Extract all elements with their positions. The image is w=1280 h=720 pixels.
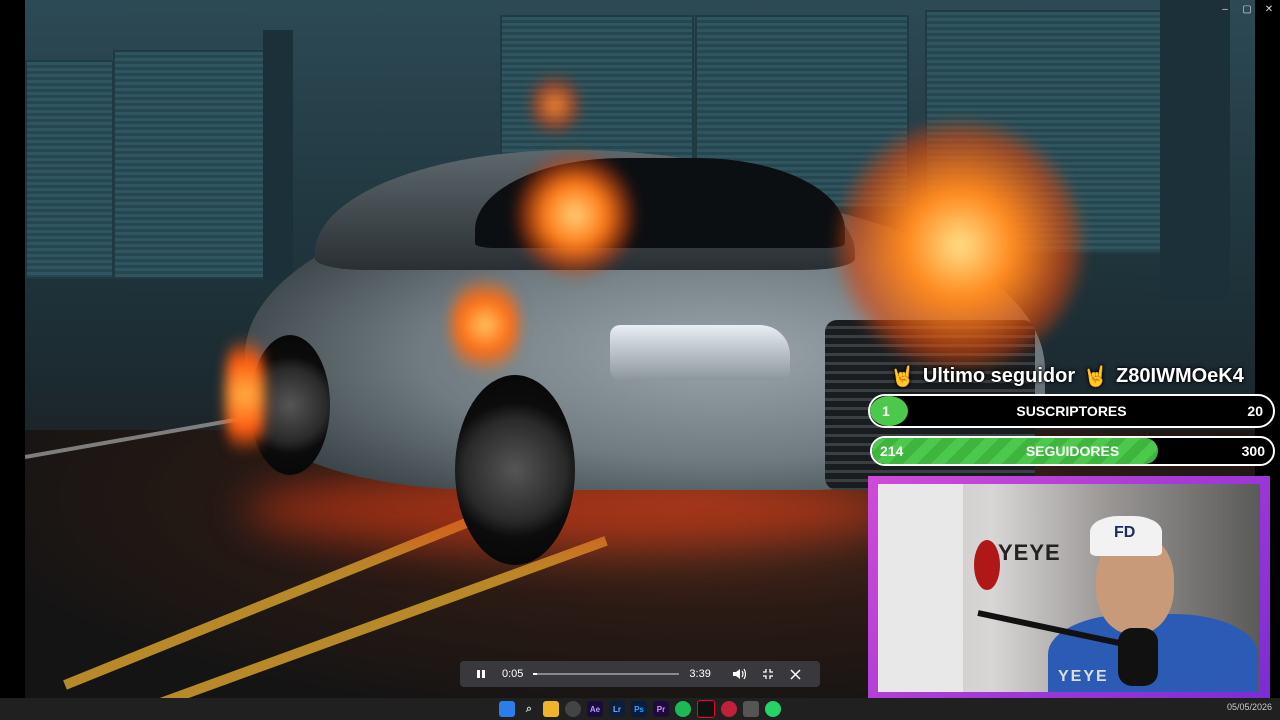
followers-label: SEGUIDORES xyxy=(1025,443,1120,459)
wall-panel xyxy=(878,484,963,692)
premiere-icon[interactable]: Pr xyxy=(653,701,669,717)
last-follower-banner: 🤘 Ultimo seguidor 🤘 Z80IWMOeK4 xyxy=(890,362,1275,390)
search-icon[interactable]: ⌕ xyxy=(521,701,537,717)
after-effects-icon[interactable]: Ae xyxy=(587,701,603,717)
pause-button[interactable] xyxy=(460,669,502,679)
whatsapp-icon[interactable] xyxy=(765,701,781,717)
wall-decoration xyxy=(974,540,1000,590)
wall-logo-text: YEYE xyxy=(998,540,1061,565)
taskbar-clock: 05/05/2026 xyxy=(1226,702,1272,712)
rock-hand-icon: 🤘 xyxy=(1083,365,1109,388)
wall-pillar xyxy=(263,30,293,280)
garage-shutter xyxy=(113,50,267,279)
followers-goal: 300 xyxy=(1241,443,1265,459)
fire-flame xyxy=(530,70,580,140)
seek-bar[interactable] xyxy=(533,673,680,675)
lightroom-icon[interactable]: Lr xyxy=(609,701,625,717)
pip-button[interactable] xyxy=(757,668,779,680)
rock-hand-icon: 🤘 xyxy=(890,365,915,388)
webcam-feed: YEYE FD YEYE xyxy=(878,484,1260,692)
app-icon[interactable] xyxy=(721,701,737,717)
webcam-frame: YEYE FD YEYE xyxy=(868,476,1270,708)
garage-shutter xyxy=(25,60,114,279)
volume-icon xyxy=(732,668,746,680)
close-player-button[interactable] xyxy=(779,668,813,680)
tiktok-icon[interactable] xyxy=(697,700,715,718)
subscribers-label: SUSCRIPTORES xyxy=(1016,403,1127,419)
duration-time: 3:39 xyxy=(689,668,711,680)
spotify-icon[interactable] xyxy=(675,701,691,717)
close-window-button[interactable]: ✕ xyxy=(1258,2,1280,16)
windows-start-icon[interactable] xyxy=(499,701,515,717)
car-headlight xyxy=(610,325,790,380)
last-follower-label: Ultimo seguidor xyxy=(922,364,1076,387)
subscribers-goal-bar: 1 SUSCRIPTORES 20 xyxy=(868,394,1275,428)
webcam-name-plate: YEYE xyxy=(1058,668,1109,685)
subscribers-goal: 20 xyxy=(1247,403,1263,419)
wall-pillar xyxy=(1160,0,1230,300)
media-player-controls: 0:05 3:39 xyxy=(460,661,820,687)
taskbar: ⌕ Ae Lr Ps Pr 05/05/2026 xyxy=(0,698,1280,720)
app-icon[interactable] xyxy=(743,701,759,717)
collapse-icon xyxy=(762,669,773,679)
last-follower-name: Z80IWMOeK4 xyxy=(1116,364,1244,387)
car-wheel xyxy=(455,375,575,565)
fire-flame xyxy=(835,120,1085,370)
file-explorer-icon[interactable] xyxy=(543,701,559,717)
maximize-button[interactable]: ▢ xyxy=(1236,2,1258,16)
cap-logo: FD xyxy=(1114,524,1136,541)
elapsed-time: 0:05 xyxy=(502,668,524,680)
minimize-button[interactable]: – xyxy=(1214,2,1236,16)
followers-goal-bar: 214 SEGUIDORES 300 xyxy=(870,436,1275,466)
volume-button[interactable] xyxy=(721,668,757,680)
microphone xyxy=(1118,628,1158,686)
pause-icon xyxy=(477,670,485,678)
close-icon xyxy=(790,668,801,680)
fire-flame xyxy=(450,270,520,380)
seek-progress xyxy=(533,673,537,675)
photoshop-icon[interactable]: Ps xyxy=(631,701,647,717)
window-controls: – ▢ ✕ xyxy=(1214,2,1280,16)
obs-icon[interactable] xyxy=(565,701,581,717)
fire-flame xyxy=(515,150,635,280)
fire-flame xyxy=(225,320,265,470)
letterbox-left xyxy=(0,0,25,698)
